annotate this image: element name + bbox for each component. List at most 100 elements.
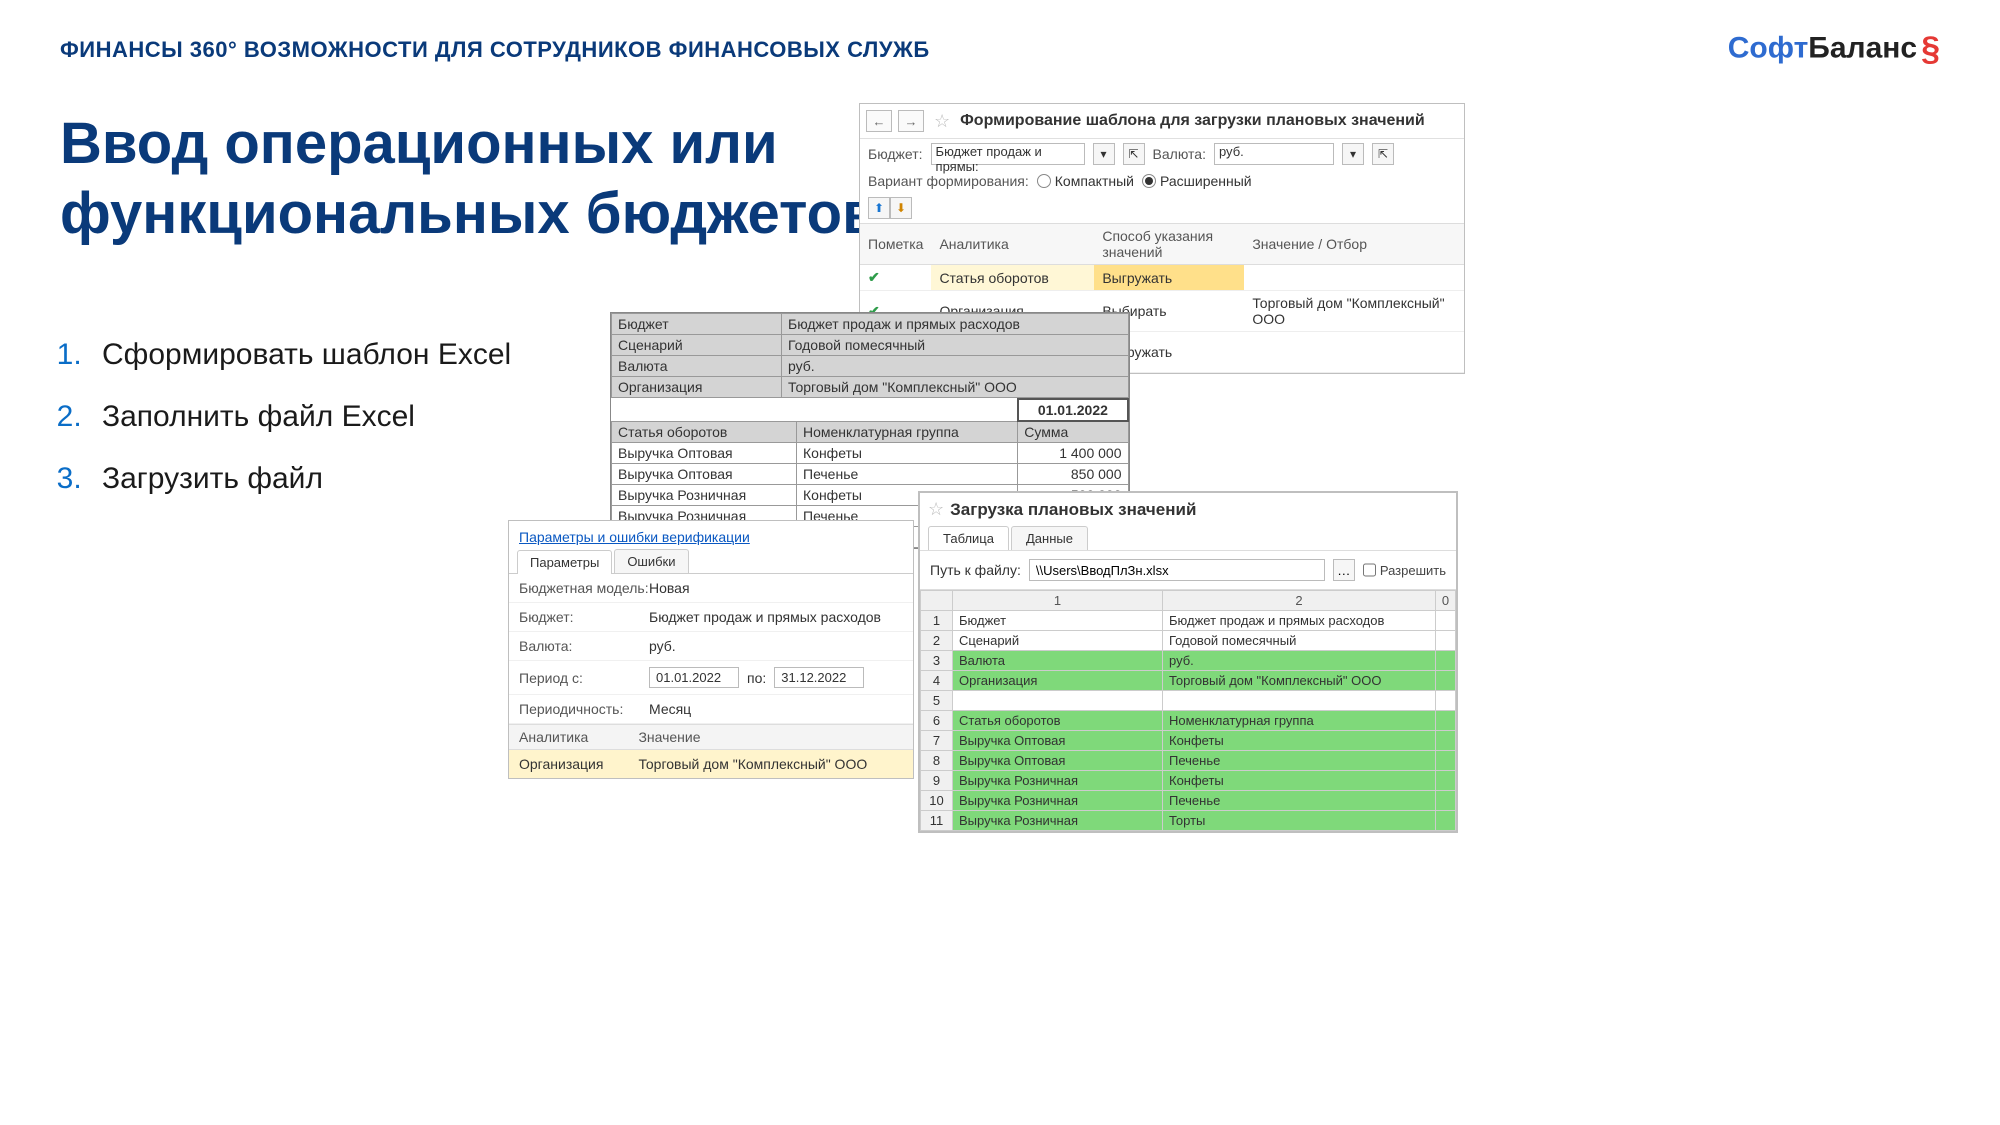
- c-acol2: Значение: [628, 725, 913, 750]
- meta-key: Организация: [612, 377, 782, 398]
- grid-cell-1: Выручка Оптовая: [953, 731, 1163, 751]
- grid-cell-2: руб.: [1163, 651, 1436, 671]
- freq-value: Месяц: [649, 701, 903, 717]
- variant-label: Вариант формирования:: [868, 173, 1029, 189]
- grid-row-index: 5: [921, 691, 953, 711]
- tab-data[interactable]: Данные: [1011, 526, 1088, 550]
- date-header: 01.01.2022: [1018, 399, 1128, 421]
- grid-cell-1: Выручка Розничная: [953, 811, 1163, 831]
- tab-errors[interactable]: Ошибки: [614, 549, 688, 573]
- grid-cell-1: Сценарий: [953, 631, 1163, 651]
- meta-val: руб.: [782, 356, 1129, 377]
- row-analytic: Статья оборотов: [931, 265, 1094, 291]
- grid-cell-3: [1436, 631, 1456, 651]
- grid-row-index: 9: [921, 771, 953, 791]
- load-window-title: Загрузка плановых значений: [950, 500, 1196, 520]
- c-budget-label: Бюджет:: [519, 609, 649, 625]
- page-header: ФИНАНСЫ 360° ВОЗМОЖНОСТИ ДЛЯ СОТРУДНИКОВ…: [0, 0, 2000, 69]
- grid-cell-1: Выручка Розничная: [953, 771, 1163, 791]
- excel-col-1: Статья оборотов: [612, 421, 797, 443]
- col-mark: Пометка: [860, 224, 931, 265]
- grid-row-index: 1: [921, 611, 953, 631]
- b-col3: 1 400 000: [1018, 443, 1128, 464]
- col-filter: Значение / Отбор: [1244, 224, 1464, 265]
- grid-row-index: 10: [921, 791, 953, 811]
- grid-cell-2: [1163, 691, 1436, 711]
- b-col1: Выручка Оптовая: [612, 443, 797, 464]
- logo-swirl-icon: §: [1921, 30, 1940, 68]
- meta-key: Валюта: [612, 356, 782, 377]
- budget-select[interactable]: Бюджет продаж и прямы:: [931, 143, 1085, 165]
- period-to-input[interactable]: 31.12.2022: [774, 667, 864, 688]
- meta-val: Торговый дом "Комплексный" ООО: [782, 377, 1129, 398]
- currency-open-icon[interactable]: ⇱: [1372, 143, 1394, 165]
- forward-button[interactable]: →: [898, 110, 924, 132]
- logo: СофтБаланс§: [1728, 30, 1940, 69]
- currency-select[interactable]: руб.: [1214, 143, 1334, 165]
- grid-cell-3: [1436, 671, 1456, 691]
- meta-val: Бюджет продаж и прямых расходов: [782, 314, 1129, 335]
- grid-row-index: 2: [921, 631, 953, 651]
- path-label: Путь к файлу:: [930, 562, 1021, 578]
- row-filter: [1244, 332, 1464, 373]
- row-filter: [1244, 265, 1464, 291]
- excel-col-3: Сумма: [1018, 421, 1128, 443]
- grid-row-index: 6: [921, 711, 953, 731]
- c-arow-label: Организация: [509, 750, 628, 779]
- currency-dropdown-icon[interactable]: ▾: [1342, 143, 1364, 165]
- period-from-input[interactable]: 01.01.2022: [649, 667, 739, 688]
- grid-cell-1: Выручка Розничная: [953, 791, 1163, 811]
- row-method[interactable]: Выгружать: [1094, 265, 1244, 291]
- variant-compact-radio[interactable]: Компактный: [1037, 173, 1134, 189]
- c-currency-label: Валюта:: [519, 638, 649, 654]
- period-label: Период с:: [519, 670, 649, 686]
- c-budget-value: Бюджет продаж и прямых расходов: [649, 609, 903, 625]
- grid-col-0: 0: [1436, 591, 1456, 611]
- grid-row-index: 3: [921, 651, 953, 671]
- path-input[interactable]: [1029, 559, 1325, 581]
- eyebrow: ФИНАНСЫ 360° ВОЗМОЖНОСТИ ДЛЯ СОТРУДНИКОВ…: [60, 37, 930, 63]
- c-arow-value: Торговый дом "Комплексный" ООО: [628, 750, 913, 779]
- grid-row-index: 4: [921, 671, 953, 691]
- browse-button[interactable]: …: [1333, 559, 1355, 581]
- grid-cell-3: [1436, 791, 1456, 811]
- row-filter: Торговый дом "Комплексный" ООО: [1244, 291, 1464, 332]
- variant-extended-radio[interactable]: Расширенный: [1142, 173, 1252, 189]
- template-window-title: Формирование шаблона для загрузки планов…: [960, 112, 1425, 130]
- b-col2: Печенье: [797, 464, 1018, 485]
- load-star-icon[interactable]: ☆: [928, 499, 944, 520]
- grid-row-index: 7: [921, 731, 953, 751]
- tab-params[interactable]: Параметры: [517, 550, 612, 574]
- logo-part2: Баланс: [1808, 31, 1917, 64]
- verification-link[interactable]: Параметры и ошибки верификации: [509, 521, 913, 549]
- grid-cell-1: Валюта: [953, 651, 1163, 671]
- back-button[interactable]: ←: [866, 110, 892, 132]
- logo-part1: Софт: [1728, 31, 1809, 64]
- move-down-button[interactable]: ⬇: [890, 197, 912, 219]
- grid-cell-2: Торты: [1163, 811, 1436, 831]
- grid-cell-1: Бюджет: [953, 611, 1163, 631]
- grid-cell-2: Торговый дом "Комплексный" ООО: [1163, 671, 1436, 691]
- grid-cell-3: [1436, 691, 1456, 711]
- grid-cell-3: [1436, 731, 1456, 751]
- move-up-button[interactable]: ⬆: [868, 197, 890, 219]
- grid-cell-1: Организация: [953, 671, 1163, 691]
- meta-key: Сценарий: [612, 335, 782, 356]
- load-window: ☆ Загрузка плановых значений Таблица Дан…: [918, 491, 1458, 833]
- grid-col-2: 2: [1163, 591, 1436, 611]
- budget-open-icon[interactable]: ⇱: [1123, 143, 1145, 165]
- b-col3: 850 000: [1018, 464, 1128, 485]
- grid-cell-3: [1436, 611, 1456, 631]
- import-grid: 1 2 0 1 Бюджет Бюджет продаж и прямых ра…: [920, 590, 1456, 831]
- allow-checkbox[interactable]: Разрешить: [1363, 559, 1446, 581]
- row-check[interactable]: ✔: [860, 265, 931, 291]
- budget-label: Бюджет:: [868, 146, 923, 162]
- star-icon[interactable]: ☆: [934, 111, 950, 132]
- tab-table[interactable]: Таблица: [928, 526, 1009, 550]
- budget-dropdown-icon[interactable]: ▾: [1093, 143, 1115, 165]
- period-to-label: по:: [747, 670, 766, 686]
- grid-cell-2: Печенье: [1163, 791, 1436, 811]
- b-col1: Выручка Оптовая: [612, 464, 797, 485]
- grid-cell-2: Печенье: [1163, 751, 1436, 771]
- grid-col-1: 1: [953, 591, 1163, 611]
